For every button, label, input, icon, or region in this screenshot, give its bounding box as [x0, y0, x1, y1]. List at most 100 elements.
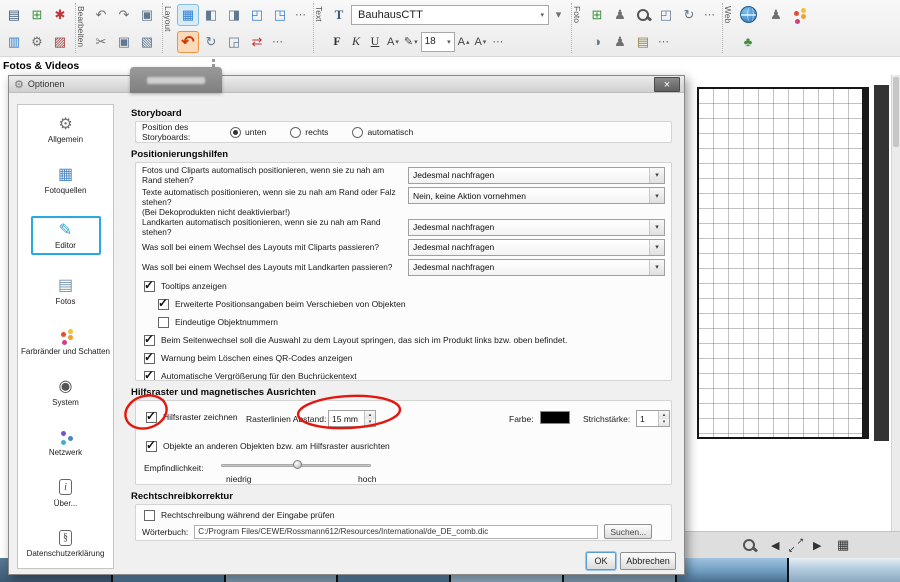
spinner-down-icon[interactable]: ▾: [365, 419, 375, 427]
bold-button[interactable]: F: [328, 32, 346, 52]
sidebar-item-fotos[interactable]: ▤ Fotos: [19, 277, 112, 306]
background-mode-tab[interactable]: [130, 67, 222, 93]
pen-style-button[interactable]: ✎▾: [402, 32, 420, 52]
checkbox-erweiterte-positionsangaben[interactable]: Erweiterte Positionsangaben beim Verschi…: [142, 295, 665, 313]
dropdown-landkarten[interactable]: Jedesmal nachfragen ▾: [408, 219, 665, 236]
crop-icon[interactable]: ◰: [655, 4, 677, 26]
text-tool-icon[interactable]: T: [328, 4, 350, 26]
copy-icon[interactable]: ▣: [113, 31, 135, 53]
histogram-icon[interactable]: ▤: [632, 31, 654, 53]
open-icon[interactable]: ▥: [3, 31, 25, 53]
sensitivity-slider[interactable]: [221, 459, 371, 471]
print-icon[interactable]: ▨: [49, 31, 71, 53]
font-size-select[interactable]: 18 ▾: [421, 32, 455, 52]
italic-button[interactable]: K: [347, 32, 365, 52]
font-color-button[interactable]: A▾: [385, 32, 401, 52]
sidebar-item-farbraender[interactable]: Farbränder und Schatten: [19, 327, 112, 356]
dropdown-layout-landkarten[interactable]: Jedesmal nachfragen ▾: [408, 259, 665, 276]
sidebar-item-fotoquellen[interactable]: ▦ Fotoquellen: [19, 166, 112, 195]
new-document-icon[interactable]: ⊞: [26, 4, 48, 26]
eco-icon[interactable]: ♣: [737, 31, 759, 53]
slider-thumb[interactable]: [293, 460, 302, 469]
swap-pages-icon[interactable]: ⇄: [246, 31, 268, 53]
account-icon[interactable]: ♟: [765, 4, 787, 26]
spinner-arrows[interactable]: ▴▾: [658, 411, 669, 426]
sidebar-item-netzwerk[interactable]: Netzwerk: [19, 428, 112, 457]
checkbox-eindeutige-objektnummern[interactable]: Eindeutige Objektnummern: [142, 313, 665, 331]
rotate-icon[interactable]: ↻: [200, 31, 222, 53]
more-icon[interactable]: ⋯: [269, 31, 286, 53]
checkbox-objekte-ausrichten[interactable]: Objekte an anderen Objekten bzw. am Hilf…: [144, 437, 390, 455]
alert-icon[interactable]: ✱: [49, 4, 71, 26]
dialog-titlebar[interactable]: ⚙ Optionen: [9, 76, 684, 93]
cancel-button[interactable]: Abbrechen: [620, 552, 676, 570]
chevron-down-icon[interactable]: ▾: [550, 4, 567, 26]
layout-cell-icon[interactable]: ◲: [223, 31, 245, 53]
spinner-up-icon[interactable]: ▴: [659, 411, 669, 419]
copy-icon[interactable]: ▣: [136, 4, 158, 26]
overview-grid-icon[interactable]: ▦: [837, 537, 849, 553]
fit-screen-icon[interactable]: ↗↙: [788, 538, 804, 553]
dictionary-path-input[interactable]: [194, 525, 598, 539]
globe-icon[interactable]: [737, 4, 759, 26]
sidebar-item-system[interactable]: ◉ System: [19, 378, 112, 407]
undo-layout-icon[interactable]: ↶: [177, 31, 199, 53]
browse-button[interactable]: Suchen...: [604, 524, 652, 539]
insert-left-icon[interactable]: ◰: [246, 4, 268, 26]
person-icon[interactable]: ♟: [609, 4, 631, 26]
grid-color-swatch[interactable]: [540, 411, 570, 424]
undo-icon[interactable]: ↶: [90, 4, 112, 26]
scrollbar-thumb[interactable]: [893, 77, 899, 147]
sidebar-item-allgemein[interactable]: ⚙ Allgemein: [19, 115, 112, 144]
people-icon[interactable]: ♟: [609, 31, 631, 53]
ok-button[interactable]: OK: [586, 552, 616, 570]
add-photo-icon[interactable]: ⊞: [586, 4, 608, 26]
sidebar-item-ueber[interactable]: i Über...: [19, 479, 112, 508]
underline-button[interactable]: U: [366, 32, 384, 52]
photo-thumbnail[interactable]: [677, 558, 788, 582]
font-decrease-button[interactable]: A▾: [472, 32, 488, 52]
sidebar-item-datenschutz[interactable]: § Datenschutzerklärung: [19, 529, 112, 558]
layout-grid-icon[interactable]: ▦: [177, 4, 199, 26]
cut-icon[interactable]: ✂: [90, 31, 112, 53]
vertical-scrollbar[interactable]: [891, 75, 900, 533]
page-previous-button[interactable]: ◀: [771, 539, 779, 552]
radio-automatisch[interactable]: automatisch: [352, 127, 413, 138]
settings-gear-icon[interactable]: ⚙: [26, 31, 48, 53]
radio-rechts[interactable]: rechts: [290, 127, 328, 138]
checkbox-seitenwechsel[interactable]: Beim Seitenwechsel soll die Auswahl zu d…: [142, 331, 665, 349]
checkbox-buchruecken[interactable]: Automatische Vergrößerung für den Buchrü…: [142, 367, 665, 381]
radio-unten[interactable]: unten: [230, 127, 266, 138]
photo-thumbnail[interactable]: [789, 558, 900, 582]
dropdown-texte[interactable]: Nein, keine Aktion vornehmen ▾: [408, 187, 665, 204]
sidebar-item-editor[interactable]: ✎ Editor: [31, 216, 101, 255]
tab-fotos-videos[interactable]: Fotos & Videos: [0, 57, 82, 75]
checkbox-rechtschreibung[interactable]: Rechtschreibung während der Eingabe prüf…: [142, 508, 665, 522]
more-icon[interactable]: ⋯: [489, 31, 506, 53]
dropdown-fotos-cliparts[interactable]: Jedesmal nachfragen ▾: [408, 167, 665, 184]
stroke-width-spinner[interactable]: 1 ▴▾: [636, 410, 670, 427]
insert-right-icon[interactable]: ◳: [269, 4, 291, 26]
page-next-button[interactable]: ▶: [813, 539, 821, 552]
redo-icon[interactable]: ↷: [113, 4, 135, 26]
close-button[interactable]: ×: [654, 77, 680, 92]
checkbox-qr-warnung[interactable]: Warnung beim Löschen eines QR-Codes anze…: [142, 349, 665, 367]
page-left-icon[interactable]: ◧: [200, 4, 222, 26]
adjust-icon[interactable]: ◑: [586, 31, 608, 53]
font-increase-button[interactable]: A▴: [456, 32, 472, 52]
palette-icon[interactable]: [788, 4, 810, 26]
search-photo-icon[interactable]: [632, 4, 654, 26]
spinner-up-icon[interactable]: ▴: [365, 411, 375, 419]
more-icon[interactable]: ⋯: [292, 4, 309, 26]
paste-icon[interactable]: ▧: [136, 31, 158, 53]
dropdown-layout-cliparts[interactable]: Jedesmal nachfragen ▾: [408, 239, 665, 256]
checkbox-hilfsraster-zeichnen[interactable]: Hilfsraster zeichnen: [144, 408, 238, 426]
rotate-photo-icon[interactable]: ↻: [678, 4, 700, 26]
zoom-icon[interactable]: [743, 539, 755, 554]
save-icon[interactable]: ▤: [3, 4, 25, 26]
font-family-select[interactable]: BauhausCTT ▾: [351, 5, 549, 25]
spinner-arrows[interactable]: ▴▾: [364, 411, 375, 426]
more-icon[interactable]: ⋯: [701, 4, 718, 26]
checkbox-tooltips[interactable]: Tooltips anzeigen: [142, 277, 665, 295]
spinner-down-icon[interactable]: ▾: [659, 419, 669, 427]
